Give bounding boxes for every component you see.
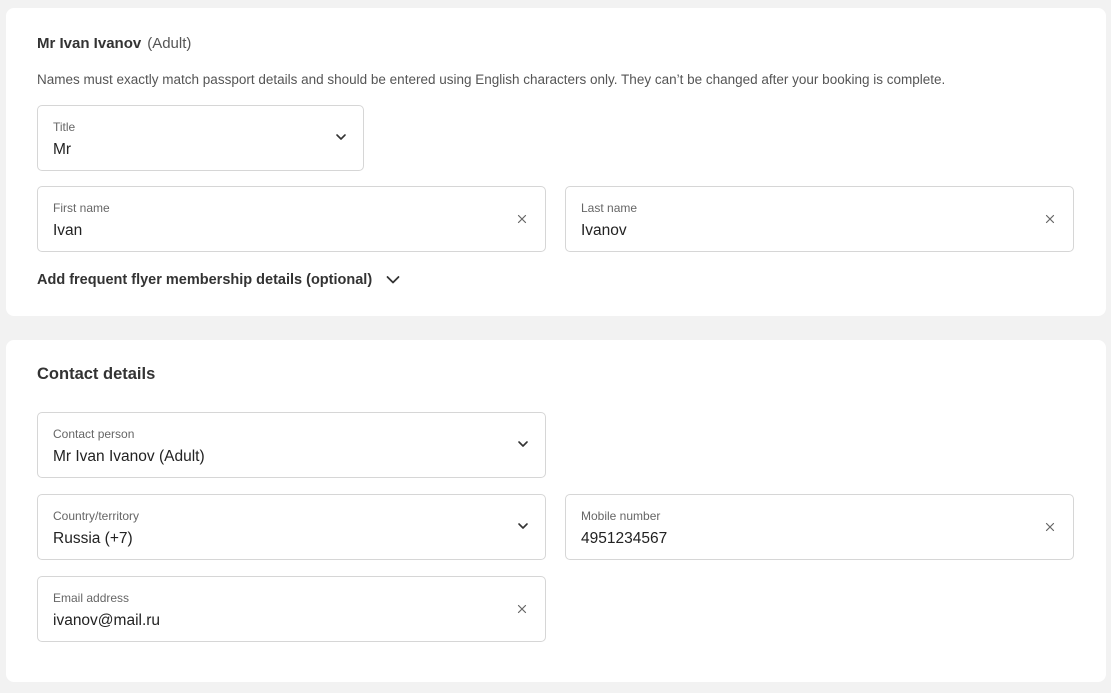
last-name-field[interactable]: Last name (565, 186, 1074, 252)
passenger-name: Mr Ivan Ivanov (37, 35, 142, 52)
clear-icon[interactable] (516, 603, 528, 615)
contact-person-label: Contact person (53, 427, 135, 441)
contact-details-card: Contact details Contact person Mr Ivan I… (6, 340, 1106, 682)
clear-icon[interactable] (1044, 521, 1056, 533)
frequent-flyer-toggle[interactable]: Add frequent flyer membership details (o… (37, 272, 401, 288)
mobile-number-field[interactable]: Mobile number (565, 494, 1074, 560)
last-name-input[interactable] (581, 222, 1028, 240)
chevron-down-icon (518, 441, 528, 447)
title-value: Mr (53, 141, 72, 158)
country-value: Russia (+7) (53, 530, 133, 547)
name-requirements-note: Names must exactly match passport detail… (37, 72, 946, 87)
country-label: Country/territory (53, 509, 140, 523)
first-name-label: First name (53, 201, 110, 215)
chevron-down-icon (518, 523, 528, 529)
title-label: Title (53, 120, 76, 134)
clear-icon[interactable] (1044, 213, 1056, 225)
contact-person-value: Mr Ivan Ivanov (Adult) (53, 448, 205, 465)
email-address-label: Email address (53, 591, 130, 605)
contact-person-select[interactable]: Contact person Mr Ivan Ivanov (Adult) (37, 412, 546, 478)
mobile-number-input[interactable] (581, 530, 1028, 548)
title-select[interactable]: Title Mr (37, 105, 364, 171)
email-address-input[interactable] (53, 612, 500, 630)
first-name-field[interactable]: First name (37, 186, 546, 252)
contact-details-title: Contact details (37, 365, 156, 383)
clear-icon[interactable] (516, 213, 528, 225)
mobile-number-label: Mobile number (581, 509, 661, 523)
frequent-flyer-label: Add frequent flyer membership details (o… (37, 272, 373, 288)
passenger-type: (Adult) (147, 35, 192, 52)
passenger-details-card: Mr Ivan Ivanov (Adult) Names must exactly… (6, 8, 1106, 316)
chevron-down-icon (336, 134, 346, 140)
email-address-field[interactable]: Email address (37, 576, 546, 642)
last-name-label: Last name (581, 201, 638, 215)
chevron-down-icon (386, 276, 400, 284)
country-select[interactable]: Country/territory Russia (+7) (37, 494, 546, 560)
first-name-input[interactable] (53, 222, 500, 240)
passenger-heading: Mr Ivan Ivanov (Adult) (37, 35, 191, 52)
